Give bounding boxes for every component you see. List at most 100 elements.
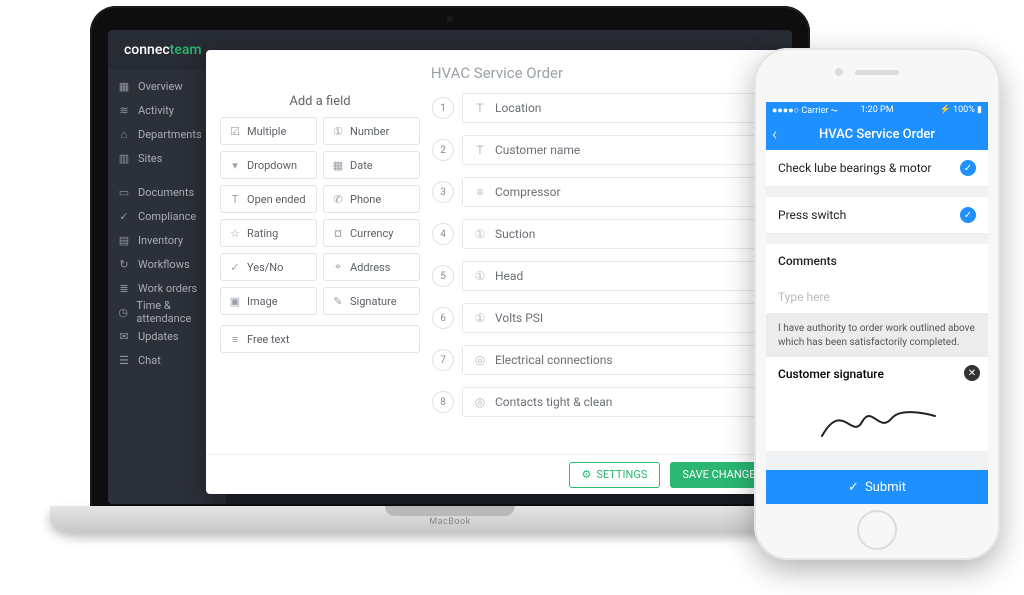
form-field-row[interactable]: 8◎Contacts tight & clean [432,384,774,420]
field-label: Head [495,269,523,283]
sidebar-label: Workflows [138,258,190,271]
field-type-icon: ✓ [229,261,241,274]
palette-field-button[interactable]: ¤Currency [323,219,420,247]
field-type-icon: ⌖ [332,260,344,274]
palette-field-button[interactable]: ▾Dropdown [220,151,317,179]
form-field-row[interactable]: 1 TLocation [432,90,774,126]
field-box[interactable]: ◎ Electrical connections [462,345,774,375]
field-label: Contacts tight & clean [495,395,612,409]
field-label: Volts PSI [495,311,543,325]
phone-frame: ●●●●○ Carrier ⏦ 1:20 PM ⚡ 100% ▮ ‹ HVAC … [754,48,1000,560]
field-number-badge: 1 [432,97,454,119]
mobile-form-body: Check lube bearings & motor ✓ Press swit… [766,150,988,470]
field-number-badge: 5 [432,265,454,287]
field-type-icon: ① [473,227,487,241]
field-box[interactable]: ≡ Compressor [462,177,774,207]
clear-signature-icon[interactable]: ✕ [964,365,980,381]
palette-label: Open ended [247,193,306,206]
palette-field-button[interactable]: ▣ Image [220,287,317,315]
field-type-icon: ≡ [473,185,487,199]
field-number-badge: 4 [432,223,454,245]
palette-label: Number [350,125,389,138]
palette-label: Rating [247,227,278,240]
signature-scribble-icon [817,398,937,444]
palette-field-button[interactable]: ☆Rating [220,219,317,247]
palette-label: Date [350,159,373,172]
modal-title: HVAC Service Order [206,50,788,90]
field-type-icon: ☑ [229,125,241,138]
sidebar-icon: ▥ [118,152,130,165]
palette-field-button[interactable]: ✎Signature [323,287,420,315]
settings-button[interactable]: ⚙ SETTINGS [569,462,661,488]
laptop-lid: connecteam ▦ Overview ≋ Activity ⌂ Department… [90,6,810,514]
task-row[interactable]: Press switch ✓ [766,197,988,234]
submit-button[interactable]: ✓ Submit [766,470,988,504]
palette-field-button[interactable]: ☑ Multiple [220,117,317,145]
palette-free-text[interactable]: ≡ Free text [220,325,420,353]
field-label: Electrical connections [495,353,613,367]
sidebar-icon: ◷ [118,306,128,319]
sidebar-label: Compliance [138,210,196,223]
sidebar-label: Activity [138,104,174,117]
sidebar-icon: ⌂ [118,128,130,141]
sidebar-label: Work orders [138,282,197,295]
form-field-row[interactable]: 6①Volts PSI [432,300,774,336]
field-box[interactable]: ①Head [462,261,774,291]
comments-input[interactable]: Type here [766,278,988,314]
field-box[interactable]: ①Volts PSI [462,303,774,333]
field-box[interactable]: TCustomer name [462,135,774,165]
gear-icon: ⚙ [582,468,592,481]
field-type-icon: ▣ [229,295,241,308]
palette-field-button[interactable]: TOpen ended [220,185,317,213]
field-type-icon: ¤ [332,227,344,240]
check-circle-icon: ✓ [960,207,976,223]
field-palette-pane: Add a field ☑Multiple①Number▾Dropdown▦Da… [220,90,420,444]
field-type-icon: ◎ [473,353,487,367]
form-field-row[interactable]: 3 ≡ Compressor [432,174,774,210]
field-label: Compressor [495,185,561,199]
palette-field-button[interactable]: ✓Yes/No [220,253,317,281]
sidebar-icon: ↻ [118,258,130,271]
form-field-row[interactable]: 5 ①Head [432,258,774,294]
field-label: Customer name [495,143,580,157]
home-button[interactable] [857,510,897,550]
sidebar-icon: ✓ [118,210,130,223]
palette-field-button[interactable]: ▦ Date [323,151,420,179]
sidebar-label: Updates [138,330,179,343]
ios-nav-bar: ‹ HVAC Service Order [766,118,988,150]
signature-pad[interactable] [766,391,988,451]
back-chevron-icon[interactable]: ‹ [772,124,777,145]
field-box[interactable]: ◎ Contacts tight & clean [462,387,774,417]
laptop-base: MacBook [50,506,850,532]
sidebar-label: Time & attendance [136,299,216,325]
comments-header: Comments [766,244,988,278]
field-box[interactable]: ① Suction [462,219,774,249]
sidebar-label: Chat [138,354,161,367]
palette-label: Image [247,295,278,308]
sidebar-label: Departments [138,128,202,141]
sidebar-icon: ≋ [118,104,130,117]
task-row[interactable]: Check lube bearings & motor ✓ [766,150,988,187]
signature-header: Customer signature ✕ [766,357,988,391]
palette-field-button[interactable]: ⌖ Address [323,253,420,281]
field-label: Suction [495,227,535,241]
form-field-row[interactable]: 2 TCustomer name [432,132,774,168]
palette-label: Address [350,261,390,274]
palette-field-button[interactable]: ✆Phone [323,185,420,213]
sidebar-icon: ▭ [118,186,130,199]
field-number-badge: 3 [432,181,454,203]
palette-field-button[interactable]: ①Number [323,117,420,145]
modal-footer: ⚙ SETTINGS SAVE CHANGES [206,454,788,494]
form-fields-pane: 1 TLocation 2 TCustomer name 3 ≡ Compressor 4 ①S… [432,90,774,444]
form-field-row[interactable]: 7◎Electrical connections [432,342,774,378]
laptop-frame: connecteam ▦ Overview ≋ Activity ⌂ Department… [50,6,850,566]
brand-logo: connecteam [124,42,202,58]
palette-label: Multiple [247,125,286,138]
field-box[interactable]: TLocation [462,93,774,123]
form-field-row[interactable]: 4 ① Suction [432,216,774,252]
field-type-icon: ◎ [473,395,487,409]
field-type-icon: ▦ [332,159,344,172]
nav-title: HVAC Service Order [766,127,988,142]
sidebar-label: Overview [138,80,183,93]
field-number-badge: 2 [432,139,454,161]
